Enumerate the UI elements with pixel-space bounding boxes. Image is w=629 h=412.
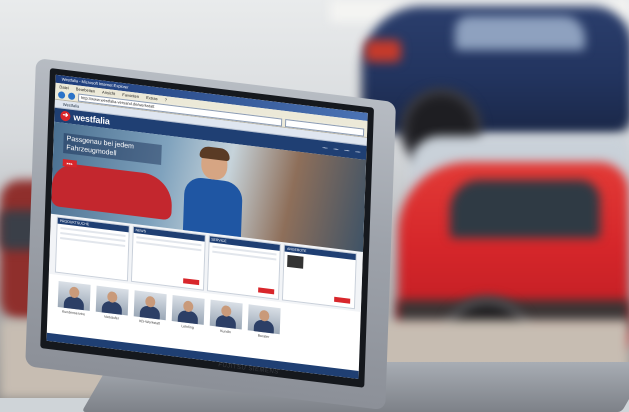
- person-tile[interactable]: Berater: [247, 304, 281, 340]
- box-button[interactable]: [182, 278, 199, 286]
- nav-item[interactable]: ▪▪▪▪: [355, 150, 360, 155]
- nav-item[interactable]: ▪▪▪▪: [322, 146, 327, 151]
- box-news[interactable]: NEWS: [130, 225, 206, 291]
- menu-item[interactable]: ?: [165, 97, 167, 102]
- hero-car-image: [51, 161, 173, 221]
- person-tile[interactable]: Lehrling: [171, 294, 205, 331]
- box-service[interactable]: SERVICE: [206, 235, 282, 301]
- browser-window: Westfalia - Microsoft Internet Explorer …: [46, 74, 368, 380]
- person-tile[interactable]: Verkäufer: [95, 285, 129, 322]
- menu-item[interactable]: Datei: [59, 84, 69, 90]
- person-photo: [95, 285, 129, 316]
- site-nav: ▪▪▪▪ ▪▪▪▪ ▪▪▪▪ ▪▪▪▪: [322, 146, 360, 155]
- nav-item[interactable]: ▪▪▪▪: [333, 147, 338, 152]
- person-photo: [133, 290, 167, 321]
- menu-item[interactable]: Ansicht: [102, 89, 115, 96]
- box-button[interactable]: [258, 287, 275, 295]
- product-thumbnail[interactable]: [287, 254, 304, 269]
- person-tile[interactable]: Kundin: [209, 299, 243, 336]
- person-tile[interactable]: Kundenservice: [57, 280, 91, 317]
- brand-mark-icon: ➜: [60, 110, 71, 122]
- person-photo: [57, 280, 91, 311]
- mechanic-image: [182, 144, 244, 244]
- person-photo: [247, 304, 281, 335]
- laptop-screen: Westfalia - Microsoft Internet Explorer …: [40, 68, 375, 388]
- back-button[interactable]: [57, 91, 66, 99]
- box-offers[interactable]: ANGEBOTE: [282, 244, 357, 310]
- menu-item[interactable]: Extras: [146, 95, 158, 101]
- person-photo: [209, 299, 243, 330]
- box-button[interactable]: [334, 296, 351, 304]
- person-tile[interactable]: Kfz-Werkstatt: [133, 290, 167, 326]
- box-product-search[interactable]: PRODUKTSUCHE: [54, 216, 130, 282]
- hero-title: Passgenau bei jedem Fahrzeugmodell: [63, 132, 162, 165]
- forward-button[interactable]: [67, 92, 76, 101]
- person-photo: [171, 294, 205, 325]
- laptop: Westfalia - Microsoft Internet Explorer …: [0, 0, 629, 411]
- nav-item[interactable]: ▪▪▪▪: [344, 148, 349, 153]
